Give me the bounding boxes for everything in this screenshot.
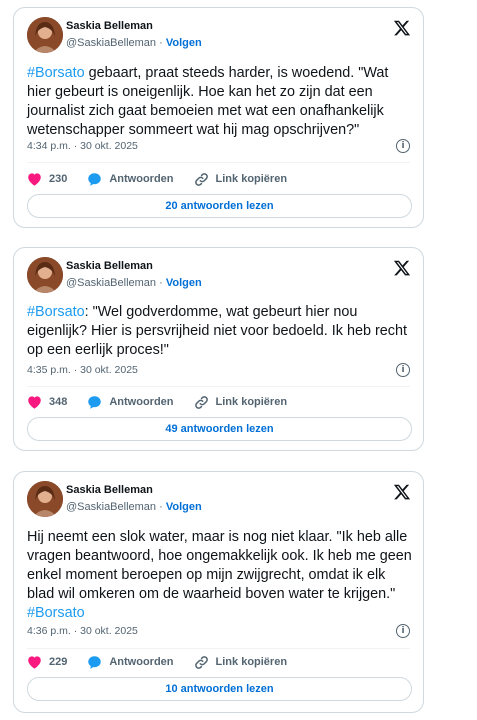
- author-handle-line: @SaskiaBelleman · Volgen: [66, 37, 202, 49]
- reply-button[interactable]: Antwoorden: [87, 395, 174, 410]
- tweet-text: #Borsato: "Wel godverdomme, wat gebeurt …: [27, 304, 407, 358]
- reply-button[interactable]: Antwoorden: [87, 172, 174, 187]
- tweet-text: #Borsato gebaart, praat steeds harder, i…: [27, 65, 389, 138]
- timestamp[interactable]: 4:34 p.m. · 30 okt. 2025: [27, 140, 138, 152]
- separator: ·: [159, 277, 163, 289]
- read-replies-button[interactable]: 20 antwoorden lezen: [27, 194, 412, 218]
- speech-bubble-icon: [88, 655, 102, 669]
- author-handle-line: @SaskiaBelleman · Volgen: [66, 277, 202, 289]
- speech-bubble-icon: [88, 395, 102, 409]
- copy-link-button[interactable]: Link kopiëren: [194, 655, 288, 670]
- avatar[interactable]: [27, 17, 63, 53]
- info-icon[interactable]: i: [396, 139, 410, 153]
- copy-link-label: Link kopiëren: [215, 656, 288, 668]
- author-name[interactable]: Saskia Belleman: [66, 484, 153, 496]
- speech-bubble-icon: [88, 172, 102, 186]
- x-logo-icon[interactable]: [393, 259, 411, 277]
- x-logo-icon[interactable]: [393, 19, 411, 37]
- author-name[interactable]: Saskia Belleman: [66, 260, 153, 272]
- author-handle[interactable]: @SaskiaBelleman: [66, 277, 156, 289]
- copy-link-label: Link kopiëren: [215, 173, 288, 185]
- like-button[interactable]: 229: [27, 655, 67, 669]
- hashtag-link[interactable]: #Borsato: [27, 605, 85, 621]
- avatar[interactable]: [27, 257, 63, 293]
- follow-button[interactable]: Volgen: [166, 37, 202, 49]
- author-handle-line: @SaskiaBelleman · Volgen: [66, 501, 202, 513]
- like-count: 230: [49, 173, 68, 185]
- like-button[interactable]: 230: [27, 172, 67, 186]
- author-handle[interactable]: @SaskiaBelleman: [66, 37, 156, 49]
- heart-icon: [28, 656, 41, 669]
- action-bar: 230 Antwoorden Link kopiëren: [27, 169, 410, 189]
- divider: [27, 648, 410, 649]
- action-bar: 229 Antwoorden Link kopiëren: [27, 652, 410, 672]
- reply-button[interactable]: Antwoorden: [87, 655, 174, 670]
- hashtag-link[interactable]: #Borsato: [27, 65, 85, 81]
- tweet-text: Hij neemt een slok water, maar is nog ni…: [27, 529, 412, 621]
- divider: [27, 386, 410, 387]
- info-icon[interactable]: i: [396, 624, 410, 638]
- divider: [27, 162, 410, 163]
- heart-icon: [28, 396, 41, 409]
- read-replies-button[interactable]: 10 antwoorden lezen: [27, 677, 412, 701]
- timestamp[interactable]: 4:35 p.m. · 30 okt. 2025: [27, 364, 138, 376]
- reply-label: Antwoorden: [109, 656, 174, 668]
- copy-link-label: Link kopiëren: [215, 396, 288, 408]
- like-button[interactable]: 348: [27, 395, 67, 409]
- author-handle[interactable]: @SaskiaBelleman: [66, 501, 156, 513]
- copy-link-button[interactable]: Link kopiëren: [194, 172, 288, 187]
- follow-button[interactable]: Volgen: [166, 277, 202, 289]
- like-count: 348: [49, 396, 68, 408]
- author-name[interactable]: Saskia Belleman: [66, 20, 153, 32]
- separator: ·: [159, 501, 163, 513]
- x-logo-icon[interactable]: [393, 483, 411, 501]
- like-count: 229: [49, 656, 68, 668]
- heart-icon: [28, 173, 41, 186]
- link-icon: [194, 172, 208, 186]
- tweet-card: Saskia Belleman @SaskiaBelleman · Volgen…: [13, 7, 424, 228]
- copy-link-button[interactable]: Link kopiëren: [194, 395, 288, 410]
- hashtag-link[interactable]: #Borsato: [27, 304, 85, 320]
- tweet-card: Saskia Belleman @SaskiaBelleman · Volgen…: [13, 471, 424, 713]
- info-icon[interactable]: i: [396, 363, 410, 377]
- follow-button[interactable]: Volgen: [166, 501, 202, 513]
- avatar[interactable]: [27, 481, 63, 517]
- tweet-card: Saskia Belleman @SaskiaBelleman · Volgen…: [13, 247, 424, 451]
- read-replies-button[interactable]: 49 antwoorden lezen: [27, 417, 412, 441]
- separator: ·: [159, 37, 163, 49]
- reply-label: Antwoorden: [109, 173, 174, 185]
- reply-label: Antwoorden: [109, 396, 174, 408]
- link-icon: [194, 655, 208, 669]
- link-icon: [194, 395, 208, 409]
- action-bar: 348 Antwoorden Link kopiëren: [27, 392, 410, 412]
- timestamp[interactable]: 4:36 p.m. · 30 okt. 2025: [27, 625, 138, 637]
